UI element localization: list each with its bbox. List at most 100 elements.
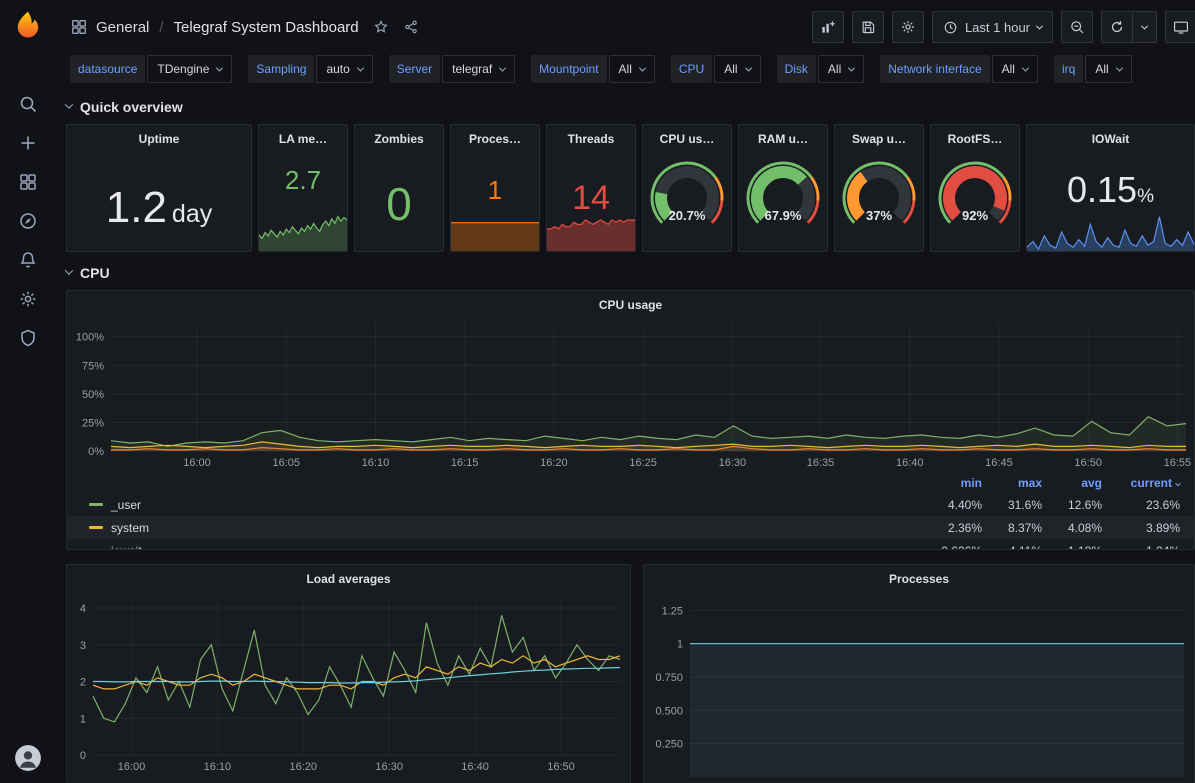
variable-value-dropdown[interactable]: TDengine <box>147 55 232 83</box>
legend-min: 4.40% <box>922 498 982 512</box>
gear-icon <box>900 19 916 35</box>
panel-title[interactable]: Proces… <box>451 125 539 151</box>
variable-value-dropdown[interactable]: All <box>714 55 760 83</box>
variable-value-dropdown[interactable]: All <box>992 55 1038 83</box>
breadcrumb-folder[interactable]: General <box>96 19 149 36</box>
series-name[interactable]: system <box>111 521 922 535</box>
gear-icon <box>18 289 38 309</box>
panel-title[interactable]: CPU usage <box>67 291 1194 317</box>
sidebar-item-configuration[interactable] <box>0 279 56 318</box>
sidebar-item-search[interactable] <box>0 84 56 123</box>
panel-rootfs-gauge: RootFS… 92% <box>930 124 1020 252</box>
legend-col-avg[interactable]: avg <box>1042 476 1102 490</box>
dashboard-settings-button[interactable] <box>892 11 924 43</box>
variable-datasource: datasource TDengine <box>70 55 232 83</box>
sidebar-item-explore[interactable] <box>0 201 56 240</box>
section-title: CPU <box>80 265 110 281</box>
series-name[interactable]: iowait <box>111 544 922 551</box>
zoom-out-icon <box>1069 19 1085 35</box>
grafana-logo[interactable] <box>13 10 43 40</box>
sparkline <box>451 221 539 251</box>
panel-title[interactable]: RootFS… <box>931 125 1019 151</box>
variable-label: Network interface <box>880 55 989 83</box>
dashboard-title[interactable]: Telegraf System Dashboard <box>174 19 359 36</box>
panel-title[interactable]: RAM u… <box>739 125 827 151</box>
processes-chart[interactable]: 0.2500.5000.75011.25 <box>644 591 1194 783</box>
panel-title[interactable]: CPU us… <box>643 125 731 151</box>
chevron-down-icon <box>216 64 223 71</box>
person-icon <box>15 745 41 771</box>
svg-text:0.500: 0.500 <box>655 705 683 717</box>
panel-title[interactable]: LA me… <box>259 125 347 151</box>
gauge: 67.9% <box>740 157 826 241</box>
row-cpu[interactable]: CPU <box>66 260 1195 286</box>
bottom-panel-row: Load averages 0123416:0016:1016:2016:301… <box>66 564 1195 783</box>
panel-zombies: Zombies 0 <box>354 124 444 252</box>
variable-sampling: Sampling auto <box>248 55 372 83</box>
zoom-out-button[interactable] <box>1061 11 1093 43</box>
panel-title[interactable]: Processes <box>644 565 1194 591</box>
search-icon <box>18 94 38 114</box>
series-name[interactable]: _user <box>111 498 922 512</box>
variable-value-dropdown[interactable]: All <box>1085 55 1131 83</box>
cpu-usage-chart[interactable]: 0%25%50%75%100%16:0016:0516:1016:1516:20… <box>67 317 1194 473</box>
stat-value: 0 <box>355 177 443 231</box>
cycle-view-mode-button[interactable] <box>1165 11 1195 43</box>
toolbar: Last 1 hour <box>812 11 1195 43</box>
legend-max: 8.37% <box>982 521 1042 535</box>
sidebar-item-dashboards[interactable] <box>0 162 56 201</box>
sidebar-item-create[interactable] <box>0 123 56 162</box>
panel-title[interactable]: Zombies <box>355 125 443 151</box>
variable-label: Server <box>389 55 440 83</box>
legend-col-min[interactable]: min <box>922 476 982 490</box>
panel-title[interactable]: Uptime <box>67 125 251 151</box>
refresh-interval-dropdown[interactable] <box>1133 11 1157 43</box>
row-quick-overview[interactable]: Quick overview <box>66 94 1195 120</box>
sidebar-item-alerting[interactable] <box>0 240 56 279</box>
svg-text:16:05: 16:05 <box>272 457 300 469</box>
svg-text:16:10: 16:10 <box>204 761 232 773</box>
svg-text:16:35: 16:35 <box>807 457 835 469</box>
add-panel-icon <box>820 19 836 35</box>
variable-network-interface: Network interface All <box>880 55 1038 83</box>
user-avatar[interactable] <box>15 745 41 771</box>
svg-text:16:45: 16:45 <box>985 457 1013 469</box>
add-panel-button[interactable] <box>812 11 844 43</box>
variable-value-dropdown[interactable]: telegraf <box>442 55 515 83</box>
star-icon[interactable] <box>373 19 389 35</box>
panel-title[interactable]: Swap u… <box>835 125 923 151</box>
sidebar-item-server-admin[interactable] <box>0 318 56 357</box>
svg-text:50%: 50% <box>82 389 104 401</box>
svg-text:16:30: 16:30 <box>375 761 403 773</box>
variable-value-dropdown[interactable]: All <box>818 55 864 83</box>
save-dashboard-button[interactable] <box>852 11 884 43</box>
variable-value-dropdown[interactable]: All <box>609 55 655 83</box>
load-averages-chart[interactable]: 0123416:0016:1016:2016:3016:4016:50 <box>67 591 630 777</box>
legend-col-current[interactable]: current <box>1102 476 1180 490</box>
chevron-down-icon <box>1022 64 1029 71</box>
svg-text:16:30: 16:30 <box>719 457 747 469</box>
svg-text:0.250: 0.250 <box>655 739 683 751</box>
time-range-picker[interactable]: Last 1 hour <box>932 11 1053 43</box>
panel-iowait: IOWait 0.15% <box>1026 124 1195 252</box>
section-title: Quick overview <box>80 99 183 115</box>
panel-title[interactable]: IOWait <box>1027 125 1194 151</box>
variable-server: Server telegraf <box>389 55 515 83</box>
refresh-icon <box>1109 19 1125 35</box>
bell-icon <box>18 250 38 270</box>
legend-row: system 2.36% 8.37% 4.08% 3.89% <box>67 516 1194 539</box>
svg-text:16:40: 16:40 <box>896 457 924 469</box>
variable-label: Disk <box>777 55 816 83</box>
dashboards-grid-icon <box>18 172 38 192</box>
panel-title[interactable]: Threads <box>547 125 635 151</box>
gauge: 20.7% <box>644 157 730 241</box>
share-icon[interactable] <box>403 19 419 35</box>
svg-text:3: 3 <box>80 640 86 652</box>
panel-title[interactable]: Load averages <box>67 565 630 591</box>
legend-col-max[interactable]: max <box>982 476 1042 490</box>
apps-grid-icon <box>70 18 88 36</box>
svg-text:67.9%: 67.9% <box>765 208 802 223</box>
refresh-button[interactable] <box>1101 11 1133 43</box>
dashboard-content: Quick overview Uptime 1.2day LA me… 2.7 … <box>56 92 1195 783</box>
variable-value-dropdown[interactable]: auto <box>316 55 372 83</box>
